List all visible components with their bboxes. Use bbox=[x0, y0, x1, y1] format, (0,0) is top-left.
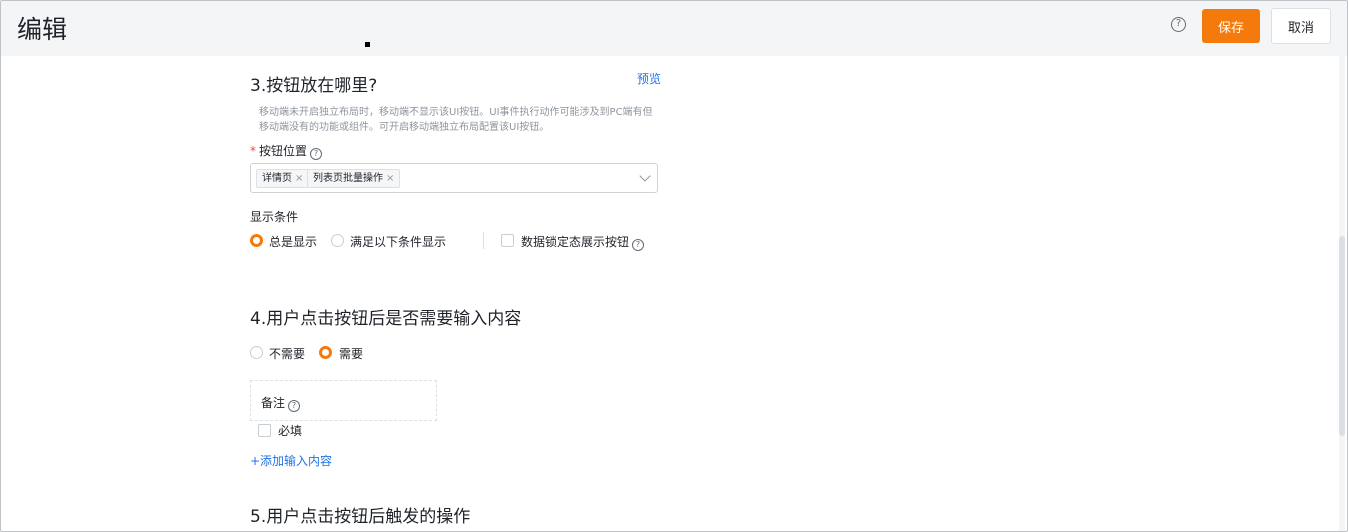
position-tag: 列表页批量操作 × bbox=[307, 169, 401, 188]
section-title-user-input: 4.用户点击按钮后是否需要输入内容 bbox=[250, 309, 522, 329]
input-field-card[interactable]: 备注? bbox=[250, 380, 437, 421]
button-position-select[interactable]: 详情页 × 列表页批量操作 × bbox=[250, 163, 658, 193]
radio-always-show[interactable] bbox=[250, 234, 263, 247]
top-bar: 编辑 ? 保存 取消 bbox=[1, 1, 1347, 56]
radio-no-input[interactable] bbox=[250, 346, 263, 359]
button-position-label: * 按钮位置? bbox=[250, 142, 323, 160]
chevron-down-icon[interactable] bbox=[639, 170, 651, 182]
radio-conditional-show[interactable] bbox=[331, 234, 344, 247]
position-tag: 详情页 × bbox=[256, 169, 310, 188]
radio-conditional-show-label[interactable]: 满足以下条件显示 bbox=[350, 233, 446, 250]
display-condition-label: 显示条件 bbox=[250, 210, 299, 224]
editor-window: 编辑 ? 保存 取消 3.按钮放在哪里? 预览 移动端未开启独立布局时，移动端不… bbox=[0, 0, 1348, 532]
radio-no-input-label[interactable]: 不需要 bbox=[269, 345, 305, 362]
radio-always-show-label[interactable]: 总是显示 bbox=[269, 233, 317, 250]
section-title-button-position: 3.按钮放在哪里? bbox=[250, 76, 378, 96]
lock-state-checkbox[interactable] bbox=[501, 234, 514, 247]
question-circle-icon[interactable]: ? bbox=[288, 400, 301, 412]
save-button[interactable]: 保存 bbox=[1202, 9, 1260, 43]
question-circle-icon[interactable]: ? bbox=[310, 148, 323, 160]
lock-state-checkbox-text: 数据锁定态展示按钮 bbox=[521, 235, 630, 249]
scrollbar-thumb[interactable] bbox=[1339, 236, 1345, 436]
remark-field-label: 备注? bbox=[261, 394, 301, 412]
position-tag-label: 详情页 bbox=[262, 173, 292, 184]
radio-need-input-label[interactable]: 需要 bbox=[339, 345, 363, 362]
radio-need-input[interactable] bbox=[319, 346, 332, 359]
lock-state-checkbox-label[interactable]: 数据锁定态展示按钮? bbox=[521, 233, 645, 251]
close-icon[interactable]: × bbox=[295, 173, 303, 184]
preview-link[interactable]: 预览 bbox=[637, 70, 661, 87]
divider bbox=[483, 232, 484, 249]
required-checkbox[interactable] bbox=[258, 424, 271, 437]
close-icon[interactable]: × bbox=[386, 173, 394, 184]
question-circle-icon[interactable]: ? bbox=[1171, 17, 1186, 32]
cancel-button[interactable]: 取消 bbox=[1271, 8, 1331, 44]
required-checkbox-label[interactable]: 必填 bbox=[278, 422, 302, 439]
button-position-label-text: 按钮位置 bbox=[259, 144, 308, 158]
section-title-trigger-action: 5.用户点击按钮后触发的操作 bbox=[250, 507, 471, 527]
question-circle-icon[interactable]: ? bbox=[632, 239, 645, 251]
required-asterisk: * bbox=[250, 144, 256, 158]
mobile-layout-hint: 移动端未开启独立布局时，移动端不显示该UI按钮。UI事件执行动作可能涉及到PC端… bbox=[259, 107, 653, 133]
position-tag-label: 列表页批量操作 bbox=[313, 173, 383, 184]
page-title: 编辑 bbox=[17, 15, 68, 44]
add-input-link[interactable]: +添加输入内容 bbox=[250, 452, 332, 469]
remark-field-label-text: 备注 bbox=[261, 396, 286, 410]
cursor-dot bbox=[365, 42, 370, 47]
